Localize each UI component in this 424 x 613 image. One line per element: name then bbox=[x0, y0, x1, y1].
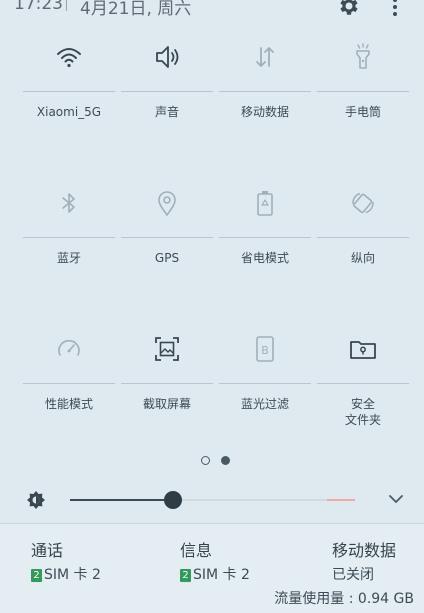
data-usage-text[interactable]: 流量使用量 : 0.94 GB bbox=[274, 588, 414, 608]
auto-rotate-icon bbox=[352, 192, 374, 214]
sim-badge: 2 bbox=[180, 569, 191, 582]
wifi-icon bbox=[57, 48, 81, 68]
flashlight-icon bbox=[356, 43, 370, 69]
blue-light-filter-icon: B bbox=[256, 336, 274, 362]
tile-label: 截取屏幕 bbox=[142, 397, 191, 411]
tile-label: Xiaomi_5G bbox=[36, 105, 102, 119]
tile-divider bbox=[219, 91, 311, 92]
location-icon bbox=[158, 191, 176, 217]
tile-label: 安全 文件夹 bbox=[344, 397, 381, 427]
tile-divider bbox=[317, 383, 409, 384]
brightness-warm-segment bbox=[327, 499, 355, 501]
chevron-down-icon[interactable] bbox=[387, 492, 405, 506]
mobile-data-title: 移动数据 bbox=[332, 541, 397, 560]
messages-sim-text: SIM 卡 2 bbox=[193, 567, 250, 583]
brightness-icon[interactable] bbox=[26, 490, 46, 510]
usage-panel: 通话 2 SIM 卡 2 信息 2 SIM 卡 2 移动数据 已关闭 流量使用量 :… bbox=[0, 524, 424, 613]
tile-label: 手电筒 bbox=[344, 105, 381, 119]
calls-info[interactable]: 通话 2 SIM 卡 2 bbox=[31, 537, 101, 584]
mobile-data-icon bbox=[256, 47, 274, 67]
secure-folder-icon bbox=[350, 341, 376, 359]
tile-divider bbox=[317, 91, 409, 92]
tile-divider bbox=[121, 237, 213, 238]
messages-title: 信息 bbox=[180, 541, 213, 560]
brightness-slider[interactable] bbox=[70, 491, 355, 509]
calls-sim-text: SIM 卡 2 bbox=[44, 567, 101, 583]
status-separator bbox=[66, 0, 67, 11]
mobile-data-info[interactable]: 移动数据 已关闭 bbox=[332, 537, 396, 584]
calls-sim: 2 SIM 卡 2 bbox=[31, 564, 101, 584]
tile-divider bbox=[23, 237, 115, 238]
tile-divider bbox=[121, 91, 213, 92]
tile-divider bbox=[219, 237, 311, 238]
bluetooth-icon bbox=[62, 193, 75, 213]
tile-label: 移动数据 bbox=[240, 105, 289, 119]
tile-divider bbox=[23, 91, 115, 92]
more-options-icon[interactable] bbox=[388, 0, 402, 19]
speedometer-icon bbox=[58, 339, 80, 356]
tile-divider bbox=[317, 237, 409, 238]
tile-label: 蓝光过滤 bbox=[240, 397, 289, 411]
tile-divider bbox=[219, 383, 311, 384]
speaker-icon bbox=[156, 46, 179, 68]
status-time: 17:23 bbox=[14, 0, 63, 14]
tile-label: 声音 bbox=[154, 105, 179, 119]
tile-label: 纵向 bbox=[350, 251, 375, 265]
tile-label: 性能模式 bbox=[44, 397, 93, 411]
gear-icon[interactable] bbox=[337, 0, 361, 18]
messages-info[interactable]: 信息 2 SIM 卡 2 bbox=[180, 537, 250, 584]
sim-badge: 2 bbox=[31, 569, 42, 582]
mobile-data-status: 已关闭 bbox=[332, 567, 374, 583]
status-date: 4月21日, 周六 bbox=[80, 0, 192, 19]
battery-saver-icon bbox=[257, 191, 273, 216]
tile-label: 蓝牙 bbox=[56, 251, 81, 265]
brightness-fill bbox=[70, 499, 173, 501]
tile-divider bbox=[121, 383, 213, 384]
calls-title: 通话 bbox=[31, 541, 64, 560]
svg-text:B: B bbox=[261, 344, 269, 357]
page-dot[interactable] bbox=[201, 456, 210, 465]
tile-divider bbox=[23, 383, 115, 384]
messages-sim: 2 SIM 卡 2 bbox=[180, 564, 250, 584]
tile-label: 省电模式 bbox=[240, 251, 289, 265]
tile-label: GPS bbox=[154, 251, 180, 265]
brightness-thumb[interactable] bbox=[164, 491, 182, 509]
page-dot-active[interactable] bbox=[221, 456, 230, 465]
screenshot-icon bbox=[155, 337, 179, 361]
